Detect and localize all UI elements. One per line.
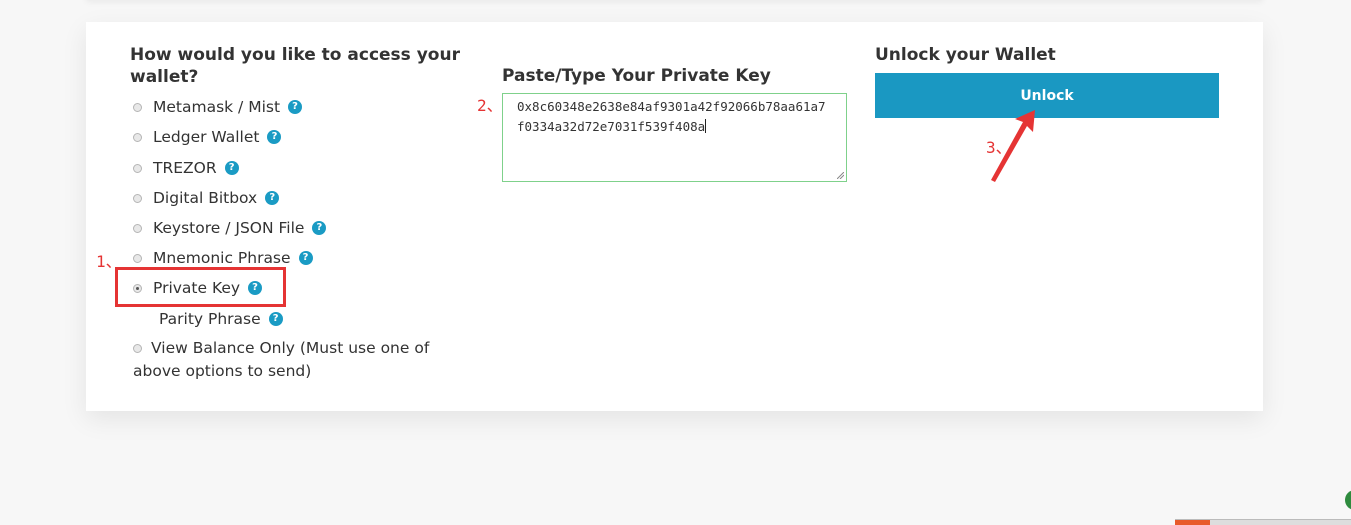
option-keystore[interactable]: Keystore / JSON File ? [133,216,327,240]
access-wallet-panel: How would you like to access your wallet… [86,22,1263,411]
help-icon[interactable]: ? [288,100,303,114]
radio-metamask[interactable] [133,102,142,112]
radio-view-balance[interactable] [133,344,142,353]
step-1-annotation: 1、 [96,252,122,271]
option-metamask[interactable]: Metamask / Mist ? [133,95,303,119]
option-parity-phrase[interactable]: Parity Phrase ? [159,307,283,331]
option-view-balance[interactable]: View Balance Only (Must use one of above… [133,337,443,383]
radio-digital-bitbox[interactable] [133,193,142,203]
pointer-arrow-icon [991,110,1035,182]
side-widget [1345,490,1351,510]
option-label: View Balance Only (Must use one of above… [133,339,430,380]
help-icon[interactable]: ? [312,221,327,235]
text-caret [705,119,707,133]
radio-mnemonic[interactable] [133,253,142,263]
help-icon[interactable]: ? [265,191,280,205]
help-icon[interactable]: ? [224,161,239,175]
option-label: Parity Phrase [159,310,261,328]
private-key-value: 0x8c60348e2638e84af9301a42f92066b78aa61a… [517,99,826,134]
help-icon[interactable]: ? [298,251,313,265]
step-2-annotation: 2、 [477,96,503,115]
option-label: TREZOR [153,159,217,177]
help-icon[interactable]: ? [268,312,283,326]
option-digital-bitbox[interactable]: Digital Bitbox ? [133,186,280,210]
taskbar-item [1175,520,1210,525]
radio-keystore[interactable] [133,223,142,233]
option-label: Mnemonic Phrase [153,249,291,267]
unlock-button[interactable]: Unlock [875,73,1219,118]
option-trezor[interactable]: TREZOR ? [133,156,239,180]
option-label: Digital Bitbox [153,189,258,207]
private-key-input[interactable]: 0x8c60348e2638e84af9301a42f92066b78aa61a… [502,93,847,182]
private-key-highlight-box [115,267,286,307]
resize-handle-icon[interactable] [837,172,844,179]
radio-ledger[interactable] [133,132,142,142]
unlock-heading: Unlock your Wallet [875,45,1056,65]
option-label: Ledger Wallet [153,128,260,146]
private-key-heading: Paste/Type Your Private Key [502,66,771,86]
option-label: Keystore / JSON File [153,219,305,237]
option-ledger[interactable]: Ledger Wallet ? [133,125,282,149]
access-method-heading: How would you like to access your wallet… [130,45,460,87]
radio-trezor[interactable] [133,163,142,173]
help-icon[interactable]: ? [267,130,282,144]
option-label: Metamask / Mist [153,98,281,116]
taskbar-strip [1175,519,1351,525]
